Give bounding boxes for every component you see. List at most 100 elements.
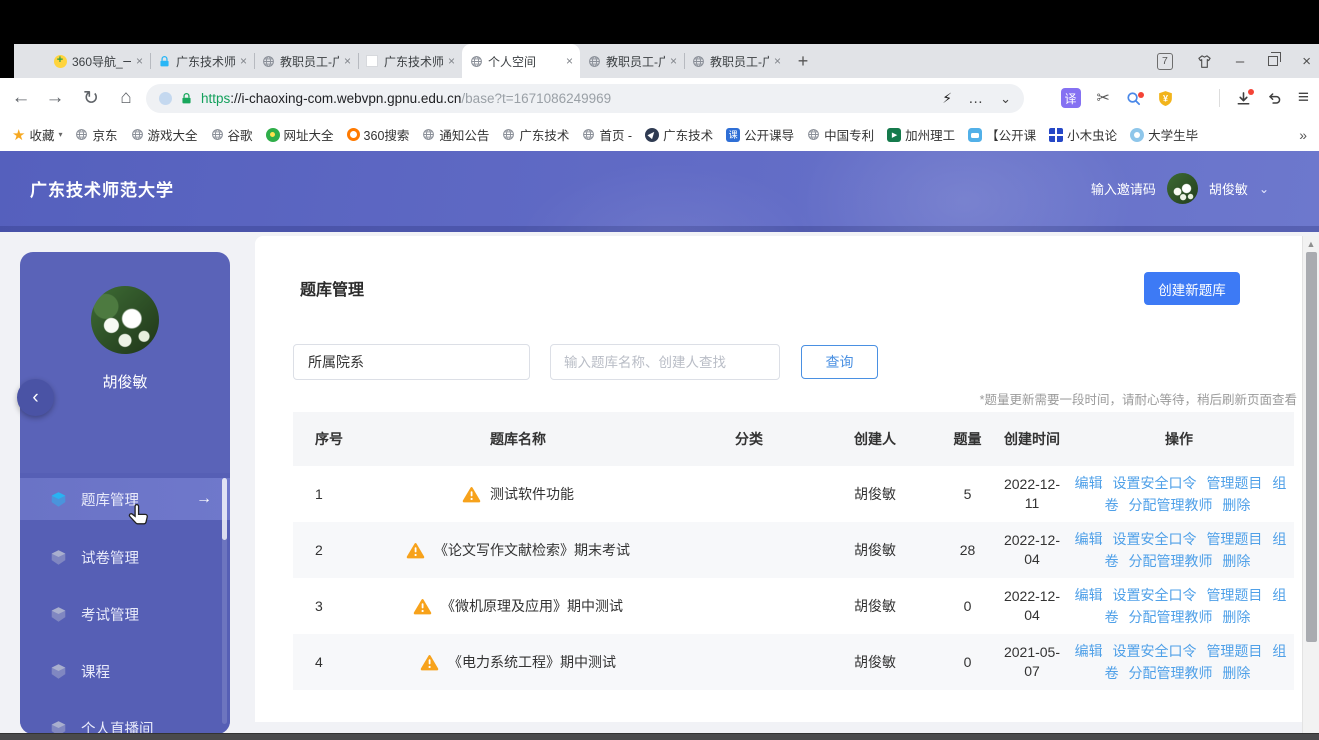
row-action-link[interactable]: 编辑: [1075, 587, 1103, 603]
reload-button[interactable]: ↻: [76, 78, 106, 118]
url-text[interactable]: https://i-chaoxing-com.webvpn.gpnu.edu.c…: [201, 91, 934, 106]
bookmark-item[interactable]: 大学生毕: [1130, 125, 1198, 144]
browser-tab[interactable]: 广东技术师范×: [150, 44, 254, 78]
apps-grid-icon[interactable]: [1190, 92, 1203, 105]
sidebar-item-5[interactable]: 个人直播间: [20, 708, 230, 733]
row-action-link[interactable]: 编辑: [1075, 643, 1103, 659]
bookmarks-overflow-icon[interactable]: »: [1299, 127, 1307, 143]
row-action-link[interactable]: 删除: [1222, 553, 1250, 569]
favorites-button[interactable]: ★ 收藏 ▾: [12, 125, 62, 144]
row-action-link[interactable]: 分配管理教师: [1129, 665, 1213, 681]
row-action-link[interactable]: 分配管理教师: [1129, 609, 1213, 625]
bookmark-item[interactable]: 京东: [75, 125, 117, 144]
row-action-link[interactable]: 删除: [1222, 665, 1250, 681]
row-action-link[interactable]: 分配管理教师: [1129, 497, 1213, 513]
search-input[interactable]: [550, 344, 780, 380]
header-user-name[interactable]: 胡俊敏: [1209, 179, 1248, 198]
minimize-button[interactable]: –: [1236, 54, 1244, 69]
row-action-link[interactable]: 删除: [1222, 497, 1250, 513]
bookmark-item[interactable]: 游戏大全: [131, 125, 198, 144]
tab-close-icon[interactable]: ×: [240, 54, 247, 68]
row-action-link[interactable]: 设置安全口令: [1113, 531, 1197, 547]
scroll-up-arrow-icon[interactable]: ▲: [1303, 239, 1319, 249]
department-select[interactable]: 所属院系: [293, 344, 530, 380]
bank-name-cell[interactable]: 测试软件功能: [353, 484, 683, 504]
wallet-shield-icon[interactable]: [1157, 90, 1174, 107]
page-scrollbar[interactable]: ▲: [1302, 236, 1319, 733]
sidebar-item-3[interactable]: 考试管理: [20, 594, 230, 634]
bank-name[interactable]: 《论文写作文献检索》期末考试: [434, 540, 630, 560]
row-action-link[interactable]: 管理题目: [1206, 531, 1262, 547]
quick-access-lightning-icon[interactable]: ⚡: [942, 90, 952, 107]
scrollbar-thumb[interactable]: [1306, 252, 1317, 642]
sidebar-collapse-button[interactable]: ‹: [17, 379, 54, 416]
dropdown-caret-icon[interactable]: ⌄: [1000, 91, 1011, 107]
bookmark-item[interactable]: 课公开课导: [726, 125, 794, 144]
restore-button[interactable]: [1268, 56, 1278, 66]
row-action-link[interactable]: 编辑: [1075, 475, 1103, 491]
row-action-link[interactable]: 分配管理教师: [1129, 553, 1213, 569]
bank-name-cell[interactable]: 《论文写作文献检索》期末考试: [353, 540, 683, 560]
screenshot-scissors-icon[interactable]: ✂: [1097, 88, 1110, 108]
bank-name-cell[interactable]: 《微机原理及应用》期中测试: [353, 596, 683, 616]
home-button[interactable]: ⌂: [111, 78, 141, 118]
bookmark-item[interactable]: 【公开课: [968, 125, 1036, 144]
back-button[interactable]: ←: [6, 78, 36, 118]
browser-tab[interactable]: 360导航_一个×: [46, 44, 150, 78]
search-icon[interactable]: [1126, 91, 1141, 106]
browser-tab[interactable]: 教职员工-广东×: [684, 44, 788, 78]
tab-close-icon[interactable]: ×: [566, 54, 573, 68]
tab-count-badge[interactable]: 7: [1157, 53, 1173, 70]
row-action-link[interactable]: 编辑: [1075, 531, 1103, 547]
more-options-icon[interactable]: …: [968, 95, 984, 103]
row-action-link[interactable]: 管理题目: [1206, 587, 1262, 603]
download-icon[interactable]: [1236, 91, 1251, 106]
row-action-link[interactable]: 管理题目: [1206, 475, 1262, 491]
menu-icon[interactable]: ≡: [1298, 87, 1309, 109]
sidebar-item-2[interactable]: 试卷管理: [20, 537, 230, 577]
create-bank-button[interactable]: 创建新题库: [1144, 272, 1240, 305]
browser-tab[interactable]: 个人空间×: [462, 44, 580, 78]
row-action-link[interactable]: 设置安全口令: [1113, 643, 1197, 659]
new-tab-button[interactable]: +: [788, 44, 818, 78]
sidebar-avatar[interactable]: [91, 286, 159, 354]
tab-close-icon[interactable]: ×: [344, 54, 351, 68]
user-avatar[interactable]: [1167, 173, 1198, 204]
tab-close-icon[interactable]: ×: [774, 54, 781, 68]
row-action-link[interactable]: 删除: [1222, 609, 1250, 625]
bookmark-item[interactable]: 广东技术: [645, 125, 713, 144]
browser-tab[interactable]: 教职员工-广东×: [254, 44, 358, 78]
bookmark-item[interactable]: 首页 -: [582, 125, 632, 144]
bank-name-cell[interactable]: 《电力系统工程》期中测试: [353, 652, 683, 672]
extension-dot-icon[interactable]: [159, 92, 172, 105]
bookmark-item[interactable]: 小木虫论: [1049, 125, 1117, 144]
browser-skin-icon[interactable]: [1197, 54, 1212, 69]
bookmark-item[interactable]: 广东技术: [502, 125, 569, 144]
bank-name[interactable]: 测试软件功能: [490, 484, 574, 504]
sidebar-item-4[interactable]: 课程: [20, 651, 230, 691]
browser-tab[interactable]: 广东技术师范×: [358, 44, 462, 78]
bookmark-item[interactable]: 360搜索: [347, 125, 410, 144]
row-action-link[interactable]: 设置安全口令: [1113, 475, 1197, 491]
bookmark-item[interactable]: 网址大全: [266, 125, 334, 144]
sidebar-item-1[interactable]: 题库管理→: [20, 478, 230, 520]
browser-tab[interactable]: 教职员工-广东×: [580, 44, 684, 78]
row-action-link[interactable]: 管理题目: [1206, 643, 1262, 659]
undo-icon[interactable]: [1267, 91, 1282, 106]
invite-code-link[interactable]: 输入邀请码: [1091, 179, 1156, 198]
sidebar-scrollbar[interactable]: [222, 478, 227, 724]
forward-button[interactable]: →: [40, 78, 70, 118]
bank-name[interactable]: 《微机原理及应用》期中测试: [441, 596, 623, 616]
tab-close-icon[interactable]: ×: [136, 54, 143, 68]
secure-lock-icon[interactable]: [180, 92, 193, 105]
tab-close-icon[interactable]: ×: [448, 54, 455, 68]
bookmark-item[interactable]: 通知公告: [422, 125, 489, 144]
query-button[interactable]: 查询: [801, 345, 878, 379]
close-window-button[interactable]: ×: [1302, 54, 1311, 69]
user-menu-caret-icon[interactable]: ⌄: [1259, 182, 1269, 196]
tab-close-icon[interactable]: ×: [670, 54, 677, 68]
row-action-link[interactable]: 设置安全口令: [1113, 587, 1197, 603]
bank-name[interactable]: 《电力系统工程》期中测试: [448, 652, 616, 672]
bookmark-item[interactable]: 谷歌: [211, 125, 253, 144]
bookmark-item[interactable]: 中国专利: [807, 125, 874, 144]
